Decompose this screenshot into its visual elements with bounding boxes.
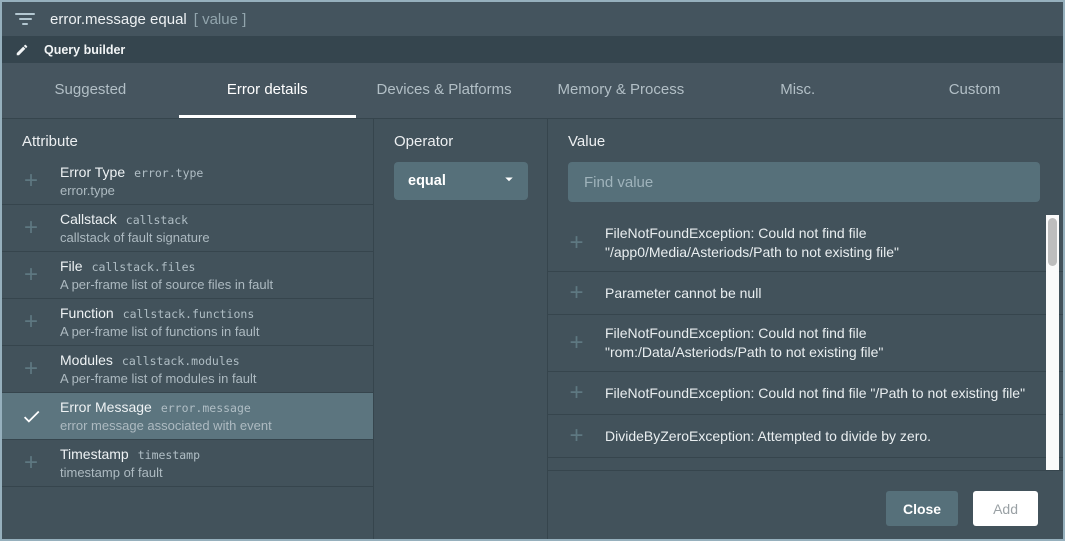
- value-row[interactable]: + FileNotFoundException: Could not find …: [548, 315, 1063, 372]
- attribute-name: Timestamp: [60, 446, 129, 462]
- content-area: Attribute + Error Type error.type error.…: [2, 119, 1063, 539]
- filter-icon: [14, 12, 36, 26]
- attribute-description: A per-frame list of modules in fault: [60, 371, 257, 386]
- edit-pencil-icon: [15, 43, 29, 57]
- value-text: FileNotFoundException: Could not find fi…: [605, 324, 1037, 362]
- value-row[interactable]: + DivideByZeroException: Attempted to di…: [548, 458, 1063, 471]
- plus-icon: +: [24, 216, 38, 240]
- attribute-row-file[interactable]: + File callstack.files A per-frame list …: [2, 252, 373, 299]
- caret-down-icon: [500, 170, 518, 193]
- attribute-code: callstack.files: [92, 260, 196, 274]
- operator-panel: Operator equal: [374, 119, 548, 539]
- plus-icon: +: [569, 231, 583, 255]
- close-button[interactable]: Close: [886, 491, 958, 526]
- attribute-name: Function: [60, 305, 114, 321]
- tab-custom[interactable]: Custom: [886, 63, 1063, 118]
- tab-suggested[interactable]: Suggested: [2, 63, 179, 118]
- attribute-description: A per-frame list of functions in fault: [60, 324, 259, 339]
- plus-icon: +: [569, 281, 583, 305]
- value-panel: Value + FileNotFoundException: Could not…: [548, 119, 1063, 539]
- attribute-row-function[interactable]: + Function callstack.functions A per-fra…: [2, 299, 373, 346]
- value-text: Parameter cannot be null: [605, 284, 771, 303]
- plus-icon: +: [24, 263, 38, 287]
- attribute-code: error.type: [134, 166, 203, 180]
- attribute-description: A per-frame list of source files in faul…: [60, 277, 273, 292]
- attribute-name: Callstack: [60, 211, 117, 227]
- plus-icon: +: [569, 467, 583, 471]
- attribute-code: timestamp: [138, 448, 200, 462]
- plus-icon: +: [24, 169, 38, 193]
- plus-icon: +: [24, 451, 38, 475]
- attribute-name: Error Message: [60, 399, 152, 415]
- operator-selected-value: equal: [408, 173, 446, 189]
- operator-panel-header: Operator: [374, 119, 547, 158]
- attribute-description: callstack of fault signature: [60, 230, 210, 245]
- attribute-row-modules[interactable]: + Modules callstack.modules A per-frame …: [2, 346, 373, 393]
- scrollbar-thumb[interactable]: [1048, 218, 1057, 266]
- attribute-panel: Attribute + Error Type error.type error.…: [2, 119, 374, 539]
- value-row[interactable]: + Parameter cannot be null: [548, 272, 1063, 315]
- add-button[interactable]: Add: [973, 491, 1038, 526]
- plus-icon: +: [569, 331, 583, 355]
- tab-bar: Suggested Error details Devices & Platfo…: [2, 63, 1063, 119]
- plus-icon: +: [24, 357, 38, 381]
- attribute-code: callstack: [126, 213, 188, 227]
- plus-icon: +: [569, 424, 583, 448]
- tab-memory-process[interactable]: Memory & Process: [532, 63, 709, 118]
- attribute-panel-header: Attribute: [2, 119, 373, 158]
- attribute-code: error.message: [161, 401, 251, 415]
- value-text: FileNotFoundException: Could not find fi…: [605, 384, 1035, 403]
- value-text: DivideByZeroException: Attempted to divi…: [605, 470, 941, 472]
- query-summary-text: error.message equal: [50, 11, 187, 28]
- attribute-description: error.type: [60, 183, 203, 198]
- value-panel-header: Value: [548, 119, 1063, 158]
- plus-icon: +: [24, 310, 38, 334]
- attribute-name: File: [60, 258, 83, 274]
- attribute-code: callstack.functions: [123, 307, 255, 321]
- title-bar: error.message equal [ value ]: [2, 2, 1063, 36]
- value-row[interactable]: + DivideByZeroException: Attempted to di…: [548, 415, 1063, 458]
- attribute-description: timestamp of fault: [60, 465, 200, 480]
- attribute-row-error-type[interactable]: + Error Type error.type error.type: [2, 158, 373, 205]
- tab-error-details[interactable]: Error details: [179, 63, 356, 118]
- query-builder-label: Query builder: [44, 43, 125, 57]
- dialog-footer: Close Add: [548, 471, 1063, 539]
- query-value-placeholder: [ value ]: [194, 11, 247, 28]
- value-list-scrollbar[interactable]: [1046, 215, 1059, 471]
- attribute-code: callstack.modules: [122, 354, 240, 368]
- attribute-row-callstack[interactable]: + Callstack callstack callstack of fault…: [2, 205, 373, 252]
- attribute-name: Modules: [60, 352, 113, 368]
- find-value-input[interactable]: [568, 162, 1040, 202]
- value-row[interactable]: + FileNotFoundException: Could not find …: [548, 215, 1063, 272]
- query-builder-dialog: error.message equal [ value ] Query buil…: [0, 0, 1065, 541]
- plus-icon: +: [569, 381, 583, 405]
- attribute-name: Error Type: [60, 164, 125, 180]
- value-row[interactable]: + FileNotFoundException: Could not find …: [548, 372, 1063, 415]
- attribute-description: error message associated with event: [60, 418, 272, 433]
- tab-devices-platforms[interactable]: Devices & Platforms: [356, 63, 533, 118]
- attribute-row-error-message[interactable]: Error Message error.message error messag…: [2, 393, 373, 440]
- value-text: DivideByZeroException: Attempted to divi…: [605, 427, 941, 446]
- operator-dropdown[interactable]: equal: [394, 162, 528, 200]
- attribute-row-timestamp[interactable]: + Timestamp timestamp timestamp of fault: [2, 440, 373, 487]
- value-list: + FileNotFoundException: Could not find …: [548, 215, 1063, 471]
- tab-misc[interactable]: Misc.: [709, 63, 886, 118]
- query-builder-bar: Query builder: [2, 36, 1063, 63]
- check-icon: [21, 406, 42, 427]
- value-text: FileNotFoundException: Could not find fi…: [605, 224, 1037, 262]
